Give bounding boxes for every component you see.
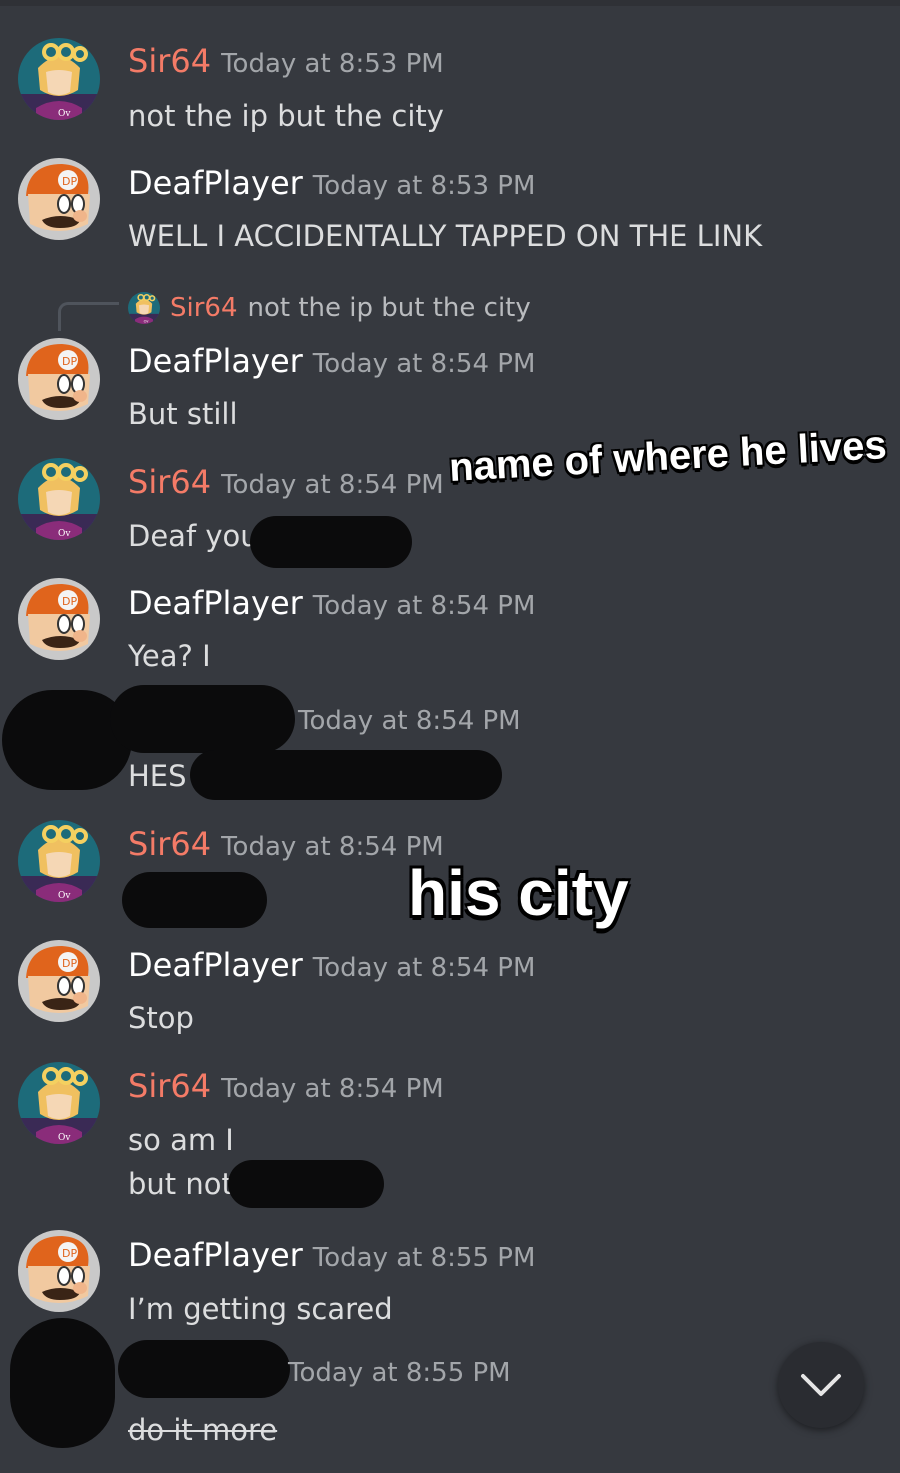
redaction-scribble	[10, 1318, 115, 1448]
author-name[interactable]: DeafPlayer	[128, 342, 303, 380]
message-text: so am I	[128, 1123, 234, 1157]
message-text: Deaf you	[128, 519, 259, 553]
timestamp: Today at 8:54 PM	[298, 706, 521, 736]
author-name[interactable]: DeafPlayer	[128, 946, 303, 984]
message-text: HES	[128, 759, 187, 793]
redaction-scribble	[110, 685, 295, 753]
reply-avatar	[128, 292, 160, 324]
author-name[interactable]: Sir64	[128, 825, 211, 863]
avatar[interactable]	[18, 940, 100, 1022]
jump-to-latest-button[interactable]	[778, 1342, 864, 1428]
timestamp: Today at 8:54 PM	[221, 470, 444, 500]
message-text: But still	[128, 397, 238, 431]
author-name[interactable]: DeafPlayer	[128, 1236, 303, 1274]
overlay-caption: his city	[408, 857, 629, 929]
message-header: Today at 8:54 PM	[298, 706, 521, 736]
message-header: Sir64 Today at 8:54 PM	[128, 825, 444, 863]
message-header: DeafPlayer Today at 8:54 PM	[128, 342, 535, 380]
message-header: DeafPlayer Today at 8:54 PM	[128, 946, 535, 984]
timestamp: Today at 8:55 PM	[312, 1243, 536, 1273]
redaction-scribble	[250, 516, 412, 568]
message-header: Sir64 Today at 8:54 PM	[128, 1067, 444, 1105]
avatar[interactable]	[18, 820, 100, 902]
overlay-caption: name of where he lives	[448, 423, 888, 490]
reply-text: not the ip but the city	[247, 293, 531, 323]
avatar[interactable]	[18, 1230, 100, 1312]
avatar[interactable]	[18, 38, 100, 120]
timestamp: Today at 8:54 PM	[221, 1074, 444, 1104]
author-name[interactable]: DeafPlayer	[128, 164, 303, 202]
author-name[interactable]: Sir64	[128, 42, 211, 80]
redaction-scribble	[118, 1340, 290, 1398]
message-text: do it more	[128, 1413, 278, 1447]
message-text: Yea? I	[128, 639, 211, 673]
message-text: Stop	[128, 1001, 194, 1035]
timestamp: Today at 8:54 PM	[312, 591, 536, 621]
message-header: DeafPlayer Today at 8:53 PM	[128, 164, 535, 202]
avatar[interactable]	[18, 338, 100, 420]
author-name[interactable]: DeafPlayer	[128, 584, 303, 622]
redaction-scribble	[122, 872, 267, 928]
message-text: WELL I ACCIDENTALLY TAPPED ON THE LINK	[128, 219, 763, 253]
timestamp: Today at 8:55 PM	[288, 1358, 511, 1388]
message-header: Sir64 Today at 8:54 PM	[128, 463, 444, 501]
author-name[interactable]: Sir64	[128, 1067, 211, 1105]
reply-preview[interactable]: Sir64 not the ip but the city	[128, 288, 531, 328]
redaction-scribble	[228, 1160, 384, 1208]
top-bar	[0, 0, 900, 6]
timestamp: Today at 8:53 PM	[312, 171, 536, 201]
message-header: DeafPlayer Today at 8:55 PM	[128, 1236, 535, 1274]
reply-connector	[58, 302, 119, 331]
message-text: I’m getting scared	[128, 1292, 393, 1326]
author-name[interactable]: Sir64	[128, 463, 211, 501]
timestamp: Today at 8:54 PM	[312, 349, 536, 379]
avatar[interactable]	[18, 1062, 100, 1144]
chevron-down-icon	[801, 1374, 841, 1396]
avatar[interactable]	[18, 158, 100, 240]
message-text: not the ip but the city	[128, 99, 444, 133]
message-header: DeafPlayer Today at 8:54 PM	[128, 584, 535, 622]
message-text: but not	[128, 1167, 233, 1201]
message-header: Today at 8:55 PM	[288, 1358, 511, 1388]
redaction-scribble	[190, 750, 502, 800]
avatar[interactable]	[18, 458, 100, 540]
message-header: Sir64 Today at 8:53 PM	[128, 42, 444, 80]
reply-author: Sir64	[170, 293, 238, 323]
timestamp: Today at 8:54 PM	[312, 953, 536, 983]
timestamp: Today at 8:53 PM	[221, 49, 444, 79]
avatar[interactable]	[18, 578, 100, 660]
